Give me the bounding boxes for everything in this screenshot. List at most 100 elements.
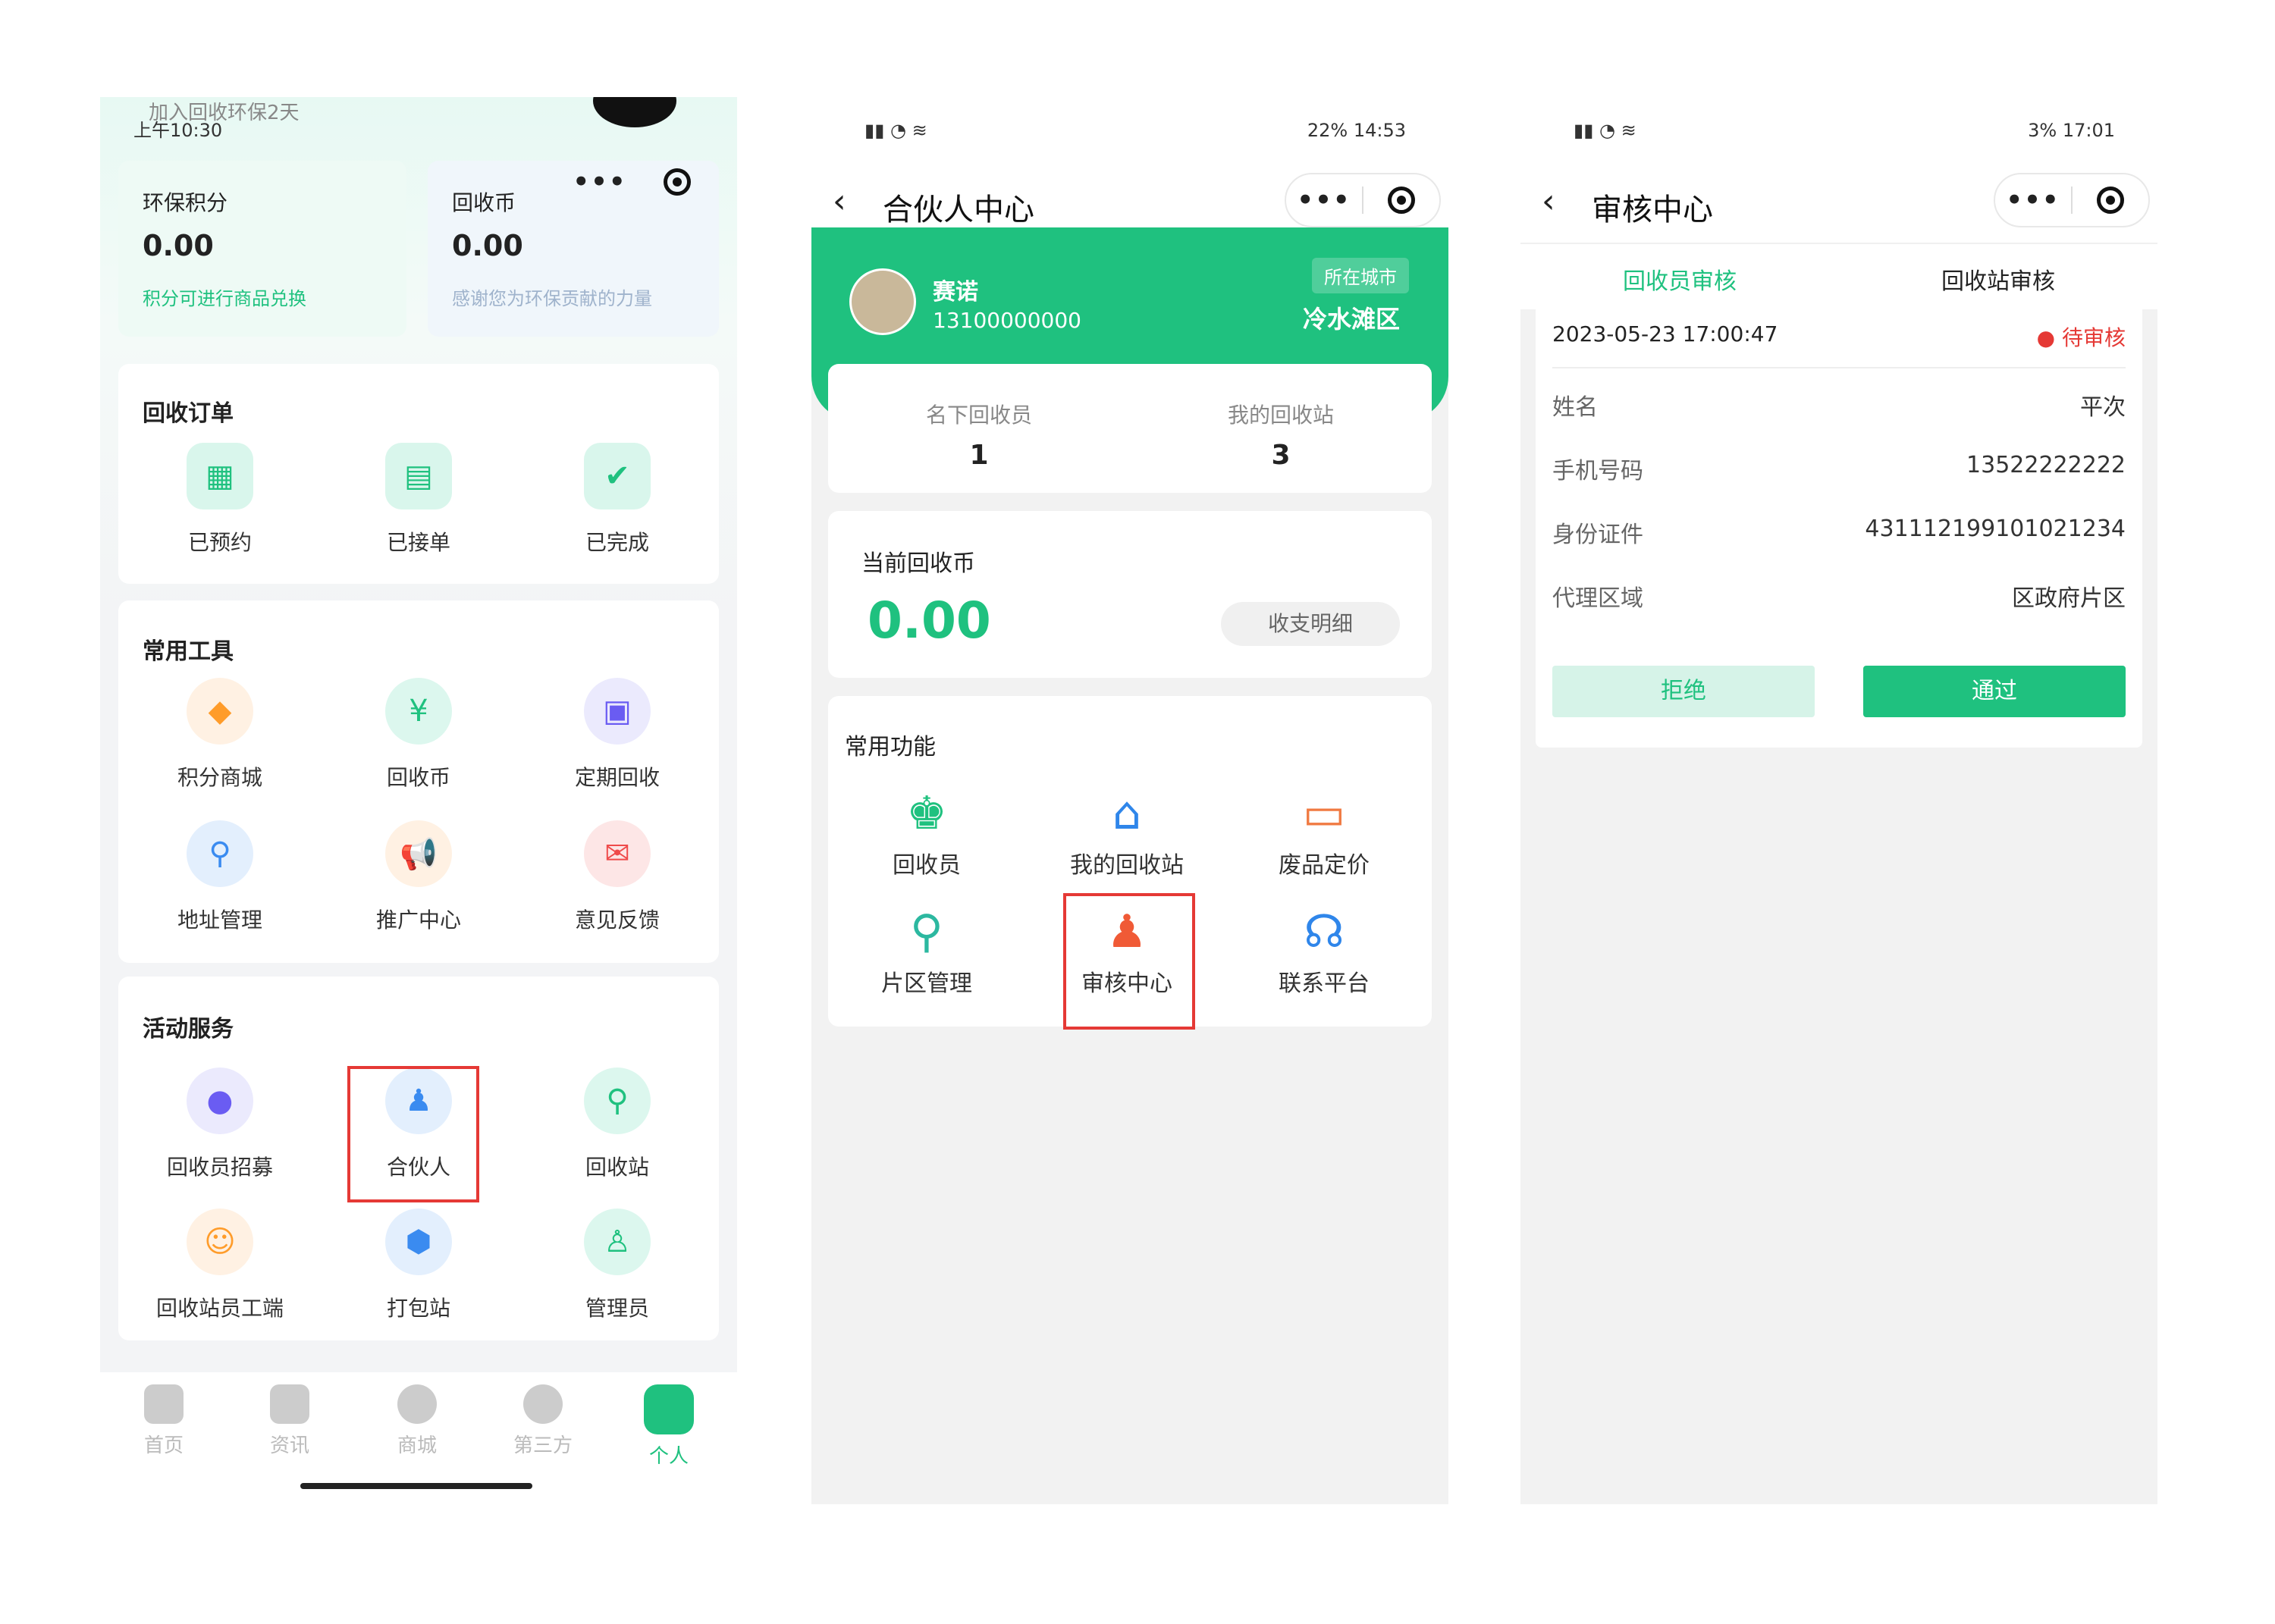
score-hint: 积分可进行商品兑换 [143, 288, 306, 309]
tab-third-party[interactable]: 第三方 [497, 1384, 588, 1458]
phone-review-center: ▮▮ ◔ ≋ 3% 17:01 ‹ 审核中心 ••• 回收员审核 回收站审核 2… [1520, 97, 2157, 1504]
row-key: 姓名 [1552, 394, 1598, 421]
more-icon[interactable]: ••• [1995, 185, 2071, 215]
home-indicator [300, 1483, 532, 1489]
row-value: 13522222222 [1966, 452, 2126, 478]
func-label: 废品定价 [1279, 852, 1370, 879]
tab-label: 商城 [397, 1434, 437, 1457]
tab-me[interactable]: 个人 [623, 1384, 714, 1469]
news-icon [270, 1384, 309, 1424]
row-value: 区政府片区 [2012, 585, 2126, 612]
more-icon[interactable]: ••• [1286, 185, 1362, 215]
phone-my-page: 上午10:30 加入回收环保2天 环保积分 0.00 积分可进行商品兑换 回收币… [100, 97, 737, 1504]
status-badge: ● 待审核 [2036, 325, 2126, 350]
home-icon [144, 1384, 184, 1424]
service-admin[interactable]: ♙ 管理员 [526, 1209, 708, 1322]
stations-value[interactable]: 3 [1130, 440, 1432, 471]
func-label: 回收员 [893, 852, 961, 879]
tool-promotion[interactable]: 📢 推广中心 [328, 820, 510, 934]
service-station-staff[interactable]: ☺ 回收站员工端 [129, 1209, 311, 1322]
document-check-icon: ▤ [385, 443, 452, 509]
tab-label: 第三方 [513, 1434, 573, 1457]
tab-bar: 首页 资讯 商城 第三方 个人 [100, 1372, 737, 1504]
tool-label: 积分商城 [177, 765, 262, 790]
status-right: 22% 14:53 [1307, 120, 1406, 141]
tool-label: 推广中心 [375, 908, 461, 933]
mail-icon: ✉ [584, 820, 651, 887]
tab-mall[interactable]: 商城 [372, 1384, 463, 1458]
service-label: 回收站 [585, 1155, 649, 1180]
status-text: 待审核 [2061, 325, 2126, 350]
close-miniapp-icon[interactable] [2073, 187, 2148, 214]
back-icon[interactable]: ‹ [833, 182, 846, 221]
tools-title: 常用工具 [143, 638, 234, 665]
avatar[interactable] [849, 268, 916, 335]
city-label: 所在城市 [1312, 258, 1409, 293]
tool-points-mall[interactable]: ◆ 积分商城 [129, 678, 311, 792]
tool-label: 回收币 [386, 765, 450, 790]
user-name: 赛诺 [933, 279, 978, 306]
reject-button[interactable]: 拒绝 [1552, 666, 1815, 717]
headset-icon: ☊ [1304, 905, 1345, 958]
func-area[interactable]: ⚲ 片区管理 [843, 905, 1010, 998]
status-bar: ▮▮ ◔ ≋ 22% 14:53 [811, 97, 1448, 158]
order-completed[interactable]: ✔ 已完成 [526, 443, 708, 556]
row-key: 代理区域 [1552, 585, 1643, 612]
tool-scheduled[interactable]: ▣ 定期回收 [526, 678, 708, 792]
approve-button[interactable]: 通过 [1863, 666, 2126, 717]
megaphone-icon: 📢 [385, 820, 452, 887]
city-value[interactable]: 冷水滩区 [1303, 300, 1400, 335]
func-pricing[interactable]: ▭ 废品定价 [1241, 787, 1407, 879]
service-station[interactable]: ⚲ 回收站 [526, 1068, 708, 1181]
back-icon[interactable]: ‹ [1542, 182, 1555, 221]
order-booked[interactable]: ▦ 已预约 [129, 443, 311, 556]
func-recycler[interactable]: ♚ 回收员 [843, 787, 1010, 879]
functions-title: 常用功能 [845, 734, 936, 760]
order-booked-label: 已预约 [187, 530, 252, 555]
tab-recycler-review[interactable]: 回收员审核 [1520, 262, 1839, 296]
tab-home[interactable]: 首页 [118, 1384, 209, 1458]
tools-card: 常用工具 ◆ 积分商城 ¥ 回收币 ▣ 定期回收 ⚲ 地址管理 📢 推广中心 ✉ 意见反馈 [118, 600, 719, 963]
user-icon [644, 1384, 694, 1434]
row-key: 身份证件 [1552, 522, 1643, 548]
map-pin-icon: ⚲ [910, 905, 943, 958]
close-miniapp-icon[interactable] [639, 168, 716, 196]
tab-news[interactable]: 资讯 [244, 1384, 335, 1458]
func-label: 联系平台 [1279, 970, 1370, 997]
service-recruit[interactable]: ● 回收员招募 [129, 1068, 311, 1181]
notice-text: 加入回收环保2天 [149, 102, 300, 124]
stats-card: 名下回收员 1 我的回收站 3 [828, 364, 1432, 493]
row-key: 手机号码 [1552, 458, 1643, 484]
tool-coin[interactable]: ¥ 回收币 [328, 678, 510, 792]
func-label: 片区管理 [881, 970, 972, 997]
recycler-icon: ♚ [906, 787, 947, 840]
signal-icons: ▮▮ ◔ ≋ [1574, 120, 1636, 141]
order-accepted[interactable]: ▤ 已接单 [328, 443, 510, 556]
score-card[interactable]: 环保积分 0.00 积分可进行商品兑换 [118, 161, 406, 337]
more-icon[interactable]: ••• [561, 167, 639, 197]
menu-capsule[interactable]: ••• [1994, 173, 2150, 227]
camera-notch [593, 97, 676, 127]
tab-station-review[interactable]: 回收站审核 [1839, 262, 2157, 296]
menu-capsule[interactable]: ••• [561, 155, 717, 209]
calendar-icon: ▦ [187, 443, 253, 509]
tool-address[interactable]: ⚲ 地址管理 [129, 820, 311, 934]
func-contact[interactable]: ☊ 联系平台 [1241, 905, 1407, 998]
tab-label: 首页 [143, 1434, 184, 1457]
coin-hint: 感谢您为环保贡献的力量 [452, 288, 652, 309]
detail-button[interactable]: 收支明细 [1221, 602, 1400, 646]
service-packing[interactable]: ⬢ 打包站 [328, 1209, 510, 1322]
review-tabs: 回收员审核 回收站审核 [1520, 243, 2157, 309]
func-my-station[interactable]: ⌂ 我的回收站 [1043, 787, 1210, 879]
staff-icon: ☺ [187, 1209, 253, 1275]
menu-capsule[interactable]: ••• [1285, 173, 1441, 227]
recyclers-value[interactable]: 1 [828, 440, 1130, 471]
tool-label: 地址管理 [177, 908, 262, 933]
stations-label: 我的回收站 [1227, 403, 1334, 428]
status-right: 3% 17:01 [2028, 120, 2115, 141]
close-miniapp-icon[interactable] [1363, 187, 1439, 214]
tool-feedback[interactable]: ✉ 意见反馈 [526, 820, 708, 934]
station-home-icon: ⌂ [1112, 787, 1142, 840]
page-title: 合伙人中心 [883, 193, 1034, 227]
row-phone: 手机号码 13522222222 [1552, 452, 2126, 485]
